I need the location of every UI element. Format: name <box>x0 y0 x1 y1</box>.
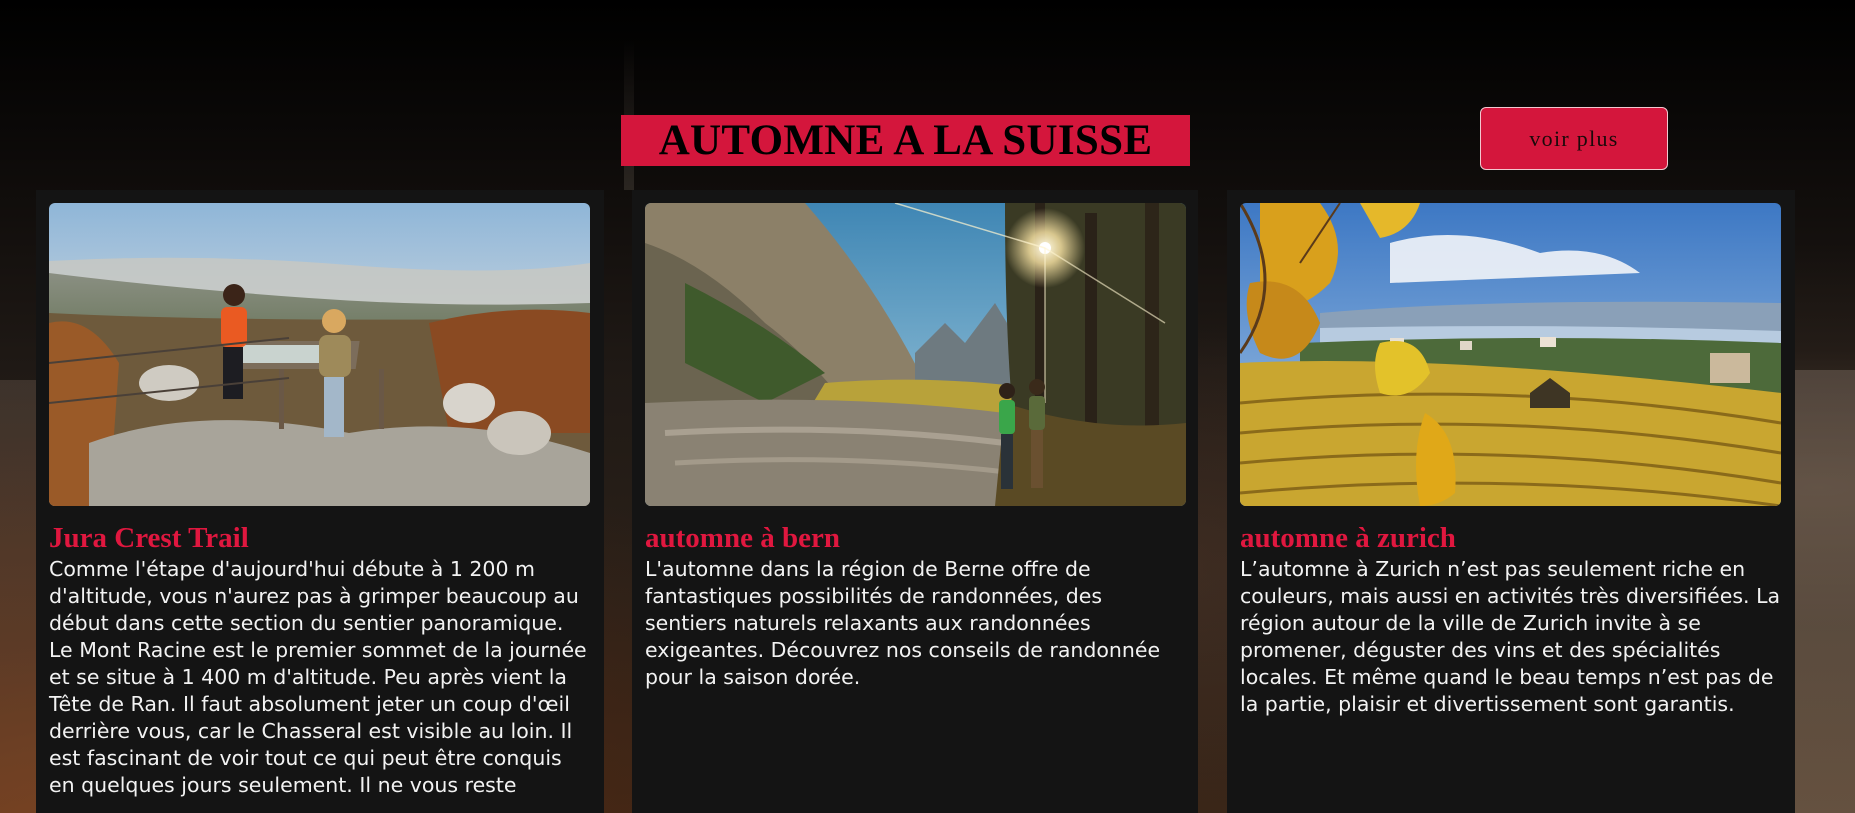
card-title: automne à zurich <box>1240 522 1456 554</box>
page-title-banner: AUTOMNE A LA SUISSE <box>621 115 1190 166</box>
card-title: automne à bern <box>645 522 840 554</box>
card-description: Comme l'étape d'aujourd'hui débute à 1 2… <box>49 557 587 797</box>
zurich-photo <box>1240 203 1781 506</box>
card-image-zurich <box>1240 203 1781 506</box>
card-description: L’automne à Zurich n’est pas seulement r… <box>1240 557 1781 716</box>
bern-photo <box>645 203 1186 506</box>
background-building-left <box>0 380 36 813</box>
card-title: Jura Crest Trail <box>49 522 249 554</box>
card-image-jura <box>49 203 590 506</box>
background-building-right <box>1795 370 1855 813</box>
card-description: L'automne dans la région de Berne offre … <box>645 557 1161 689</box>
page-title: AUTOMNE A LA SUISSE <box>658 117 1153 164</box>
card-zurich: automne à zurich L’automne à Zurich n’es… <box>1227 190 1795 813</box>
card-bern: automne à bern L'automne dans la région … <box>632 190 1198 813</box>
jura-photo <box>49 203 590 506</box>
card-jura: Jura Crest Trail Comme l'étape d'aujourd… <box>36 190 604 813</box>
voir-plus-button[interactable]: voir plus <box>1480 107 1668 170</box>
card-image-bern <box>645 203 1186 506</box>
